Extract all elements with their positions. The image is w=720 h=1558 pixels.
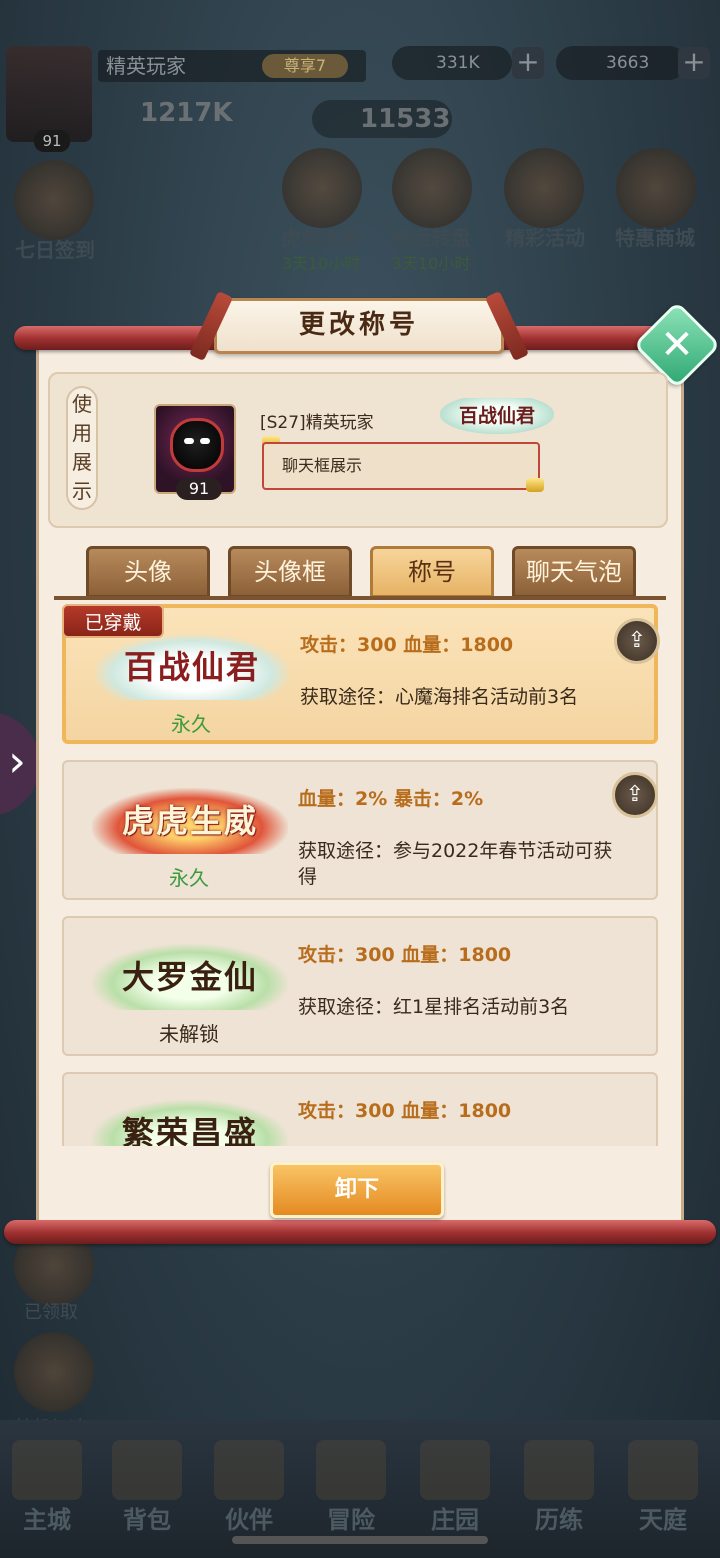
nav-bag: 背包 — [123, 1506, 171, 1534]
title-status: 永久 — [169, 866, 209, 890]
event-label: 幸运转盘 — [391, 226, 471, 250]
event-icon — [616, 148, 696, 228]
event-label: 精彩活动 — [505, 226, 585, 250]
tab-avatar-frame[interactable]: 头像框 — [228, 546, 352, 598]
avatar-face — [170, 418, 224, 472]
avatar-eye — [200, 438, 210, 444]
nav-manor: 庄园 — [431, 1506, 479, 1534]
nav-home: 主城 — [23, 1506, 71, 1534]
event-icon — [392, 148, 472, 228]
title-art: 繁荣昌盛 — [92, 1100, 288, 1146]
use-display-text: 使用展示 — [72, 392, 92, 503]
title-stats: 血量：2% 暴击：2% — [298, 788, 484, 810]
title-art: 大罗金仙 — [92, 944, 288, 1010]
title-stats: 攻击：300 血量：1800 — [298, 1100, 512, 1122]
player-name-text: 精英玩家 — [106, 54, 186, 78]
tab-chat-bubble[interactable]: 聊天气泡 — [512, 546, 636, 598]
preview-title-badge: 百战仙君 — [440, 398, 554, 434]
title-stats: 攻击：300 血量：1800 — [300, 634, 514, 656]
title-stats: 攻击：300 血量：1800 — [298, 944, 512, 966]
tab-avatar[interactable]: 头像 — [86, 546, 210, 598]
side-label: 已领取 — [24, 1302, 78, 1323]
event-label: 虎年大吉 — [281, 226, 361, 250]
home-indicator — [232, 1536, 488, 1544]
gem-counter-bg: 3663 — [556, 46, 686, 80]
preview-player-name: [S27]精英玩家 — [260, 413, 374, 433]
event-icon — [504, 148, 584, 228]
chat-frame-preview: 聊天框展示 — [262, 442, 540, 490]
avatar-eye — [184, 438, 194, 444]
nav-icon — [112, 1440, 182, 1500]
nav-trial: 历练 — [535, 1506, 583, 1534]
use-display-label: 使用展示 — [66, 386, 98, 510]
event-label: 特惠商城 — [615, 226, 695, 250]
vip-badge-bg: 尊享7 — [262, 54, 348, 78]
tab-title[interactable]: 称号 — [370, 546, 494, 598]
title-card[interactable]: 繁荣昌盛 攻击：300 血量：1800 — [62, 1072, 658, 1146]
share-icon[interactable]: ⇪ — [612, 772, 658, 818]
worn-tag: 已穿戴 — [62, 604, 164, 638]
side-icon — [14, 1332, 94, 1412]
nav-heaven: 天庭 — [639, 1506, 687, 1534]
power-value-bg: 1217K — [140, 98, 233, 128]
title-status: 永久 — [171, 712, 211, 736]
nav-icon — [628, 1440, 698, 1500]
title-status: 未解锁 — [159, 1022, 219, 1046]
title-art: 百战仙君 — [94, 634, 290, 700]
event-label: 七日签到 — [15, 238, 95, 262]
nav-icon — [420, 1440, 490, 1500]
nav-adventure: 冒险 — [327, 1506, 375, 1534]
plus-icon: + — [678, 47, 710, 79]
player-level-bg: 91 — [34, 130, 70, 152]
event-timer: 3天10小时 — [281, 254, 361, 273]
player-avatar-bg — [6, 46, 92, 142]
event-timer: 3天10小时 — [391, 254, 471, 273]
preview-level: 91 — [176, 478, 222, 500]
nav-partner: 伙伴 — [225, 1506, 273, 1534]
gold-ingot-icon — [526, 478, 544, 492]
nav-icon — [12, 1440, 82, 1500]
nav-icon — [316, 1440, 386, 1500]
nav-icon — [524, 1440, 594, 1500]
event-icon — [14, 160, 94, 240]
nav-icon — [214, 1440, 284, 1500]
close-icon[interactable]: ✕ — [646, 314, 708, 376]
event-icon — [282, 148, 362, 228]
share-icon[interactable]: ⇪ — [614, 618, 660, 664]
title-card[interactable]: 大罗金仙 未解锁 攻击：300 血量：1800 获取途径：红1星排名活动前3名 — [62, 916, 658, 1056]
title-card[interactable]: 虎虎生威 永久 血量：2% 暴击：2% 获取途径：参与2022年春节活动可获得 … — [62, 760, 658, 900]
scroll-rod-bottom — [4, 1220, 716, 1244]
title-source: 获取途径：参与2022年春节活动可获得 — [298, 840, 613, 888]
unequip-button[interactable]: 卸下 — [270, 1162, 444, 1218]
plus-icon: + — [512, 47, 544, 79]
currency2-bg: 11533 — [312, 100, 452, 138]
dialog-title: 更改称号 — [214, 298, 504, 354]
title-list[interactable]: 百战仙君 永久 攻击：300 血量：1800 获取途径：心魔海排名活动前3名 ⇪… — [54, 600, 666, 1146]
gold-counter-bg: 331K — [392, 46, 512, 80]
title-source: 获取途径：红1星排名活动前3名 — [298, 996, 570, 1018]
title-source: 获取途径：心魔海排名活动前3名 — [300, 686, 579, 708]
title-art: 虎虎生威 — [92, 788, 288, 854]
